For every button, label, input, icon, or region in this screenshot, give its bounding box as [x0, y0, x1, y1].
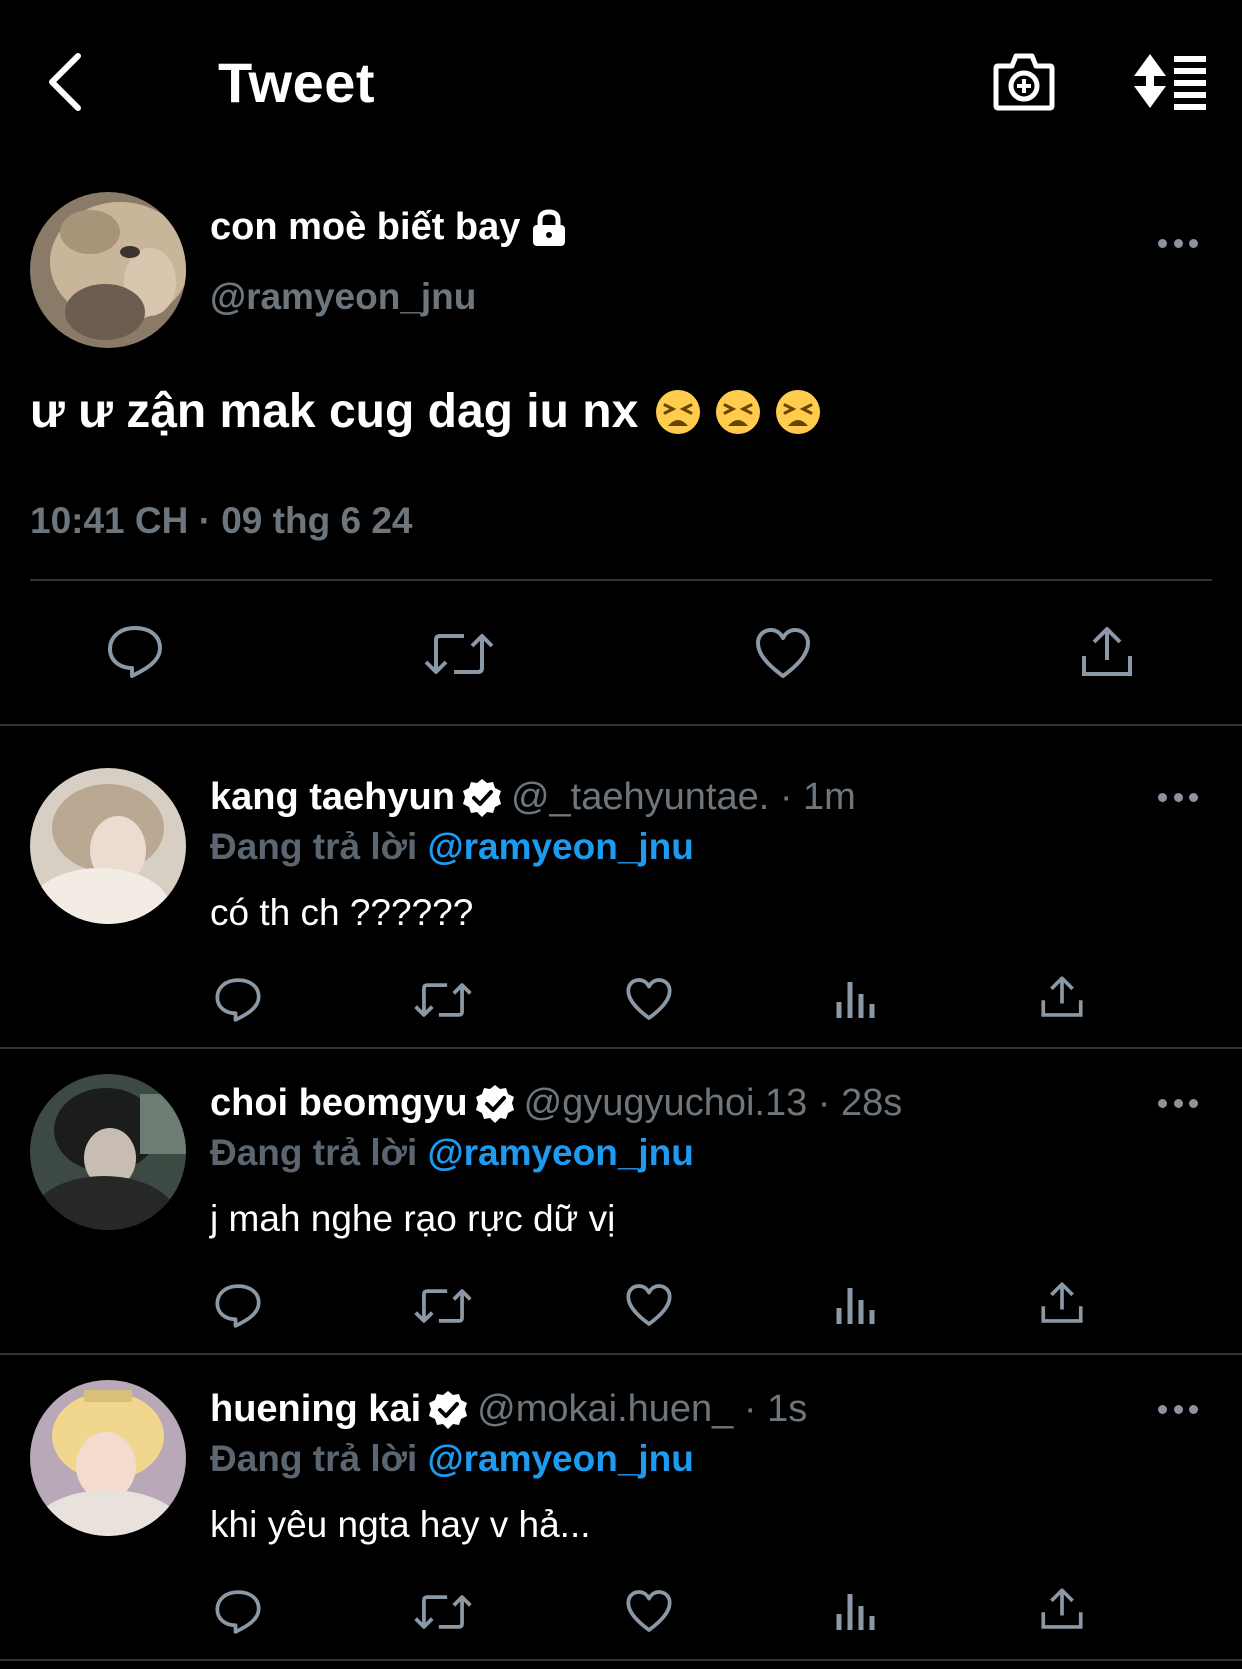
replying-to: Đang trả lời @ramyeon_jnu: [210, 826, 694, 868]
handle-time: @_taehyuntae. · 1m: [510, 776, 856, 818]
lock-icon: [533, 208, 566, 246]
heart-icon: [626, 1284, 672, 1326]
tweet-body: ư ư zận mak cug dag iu nx: [30, 385, 639, 438]
reply-button[interactable]: [214, 1588, 262, 1636]
more-icon: [1158, 1402, 1198, 1416]
share-button[interactable]: [1080, 624, 1134, 680]
like-button[interactable]: [754, 626, 812, 680]
reply-header: huening kai @mokai.huen_ · 1s: [210, 1388, 807, 1431]
reply-text: có th ch ??????: [210, 892, 474, 933]
mention-link[interactable]: @ramyeon_jnu: [428, 1438, 694, 1479]
reply-header: kang taehyun @_taehyuntae. · 1m: [210, 776, 856, 819]
tweet-text: ư ư zận mak cug dag iu nx: [30, 384, 822, 439]
weary-face-emoji: [656, 389, 701, 434]
display-name: con moè biết bay: [210, 206, 521, 248]
avatar[interactable]: [30, 768, 186, 924]
mention-link[interactable]: @ramyeon_jnu: [428, 826, 694, 867]
more-options-button[interactable]: [1158, 1096, 1198, 1110]
replying-to: Đang trả lời @ramyeon_jnu: [210, 1132, 694, 1174]
replying-label: Đang trả lời: [210, 1438, 418, 1479]
display-name[interactable]: kang taehyun: [210, 776, 455, 819]
like-button[interactable]: [625, 976, 673, 1022]
reply-text: j mah nghe rạo rực dữ vị: [210, 1198, 616, 1239]
weary-face-emoji: [776, 389, 821, 434]
bar-chart-icon: [836, 1288, 875, 1324]
replying-label: Đang trả lời: [210, 826, 418, 867]
reply-button[interactable]: [214, 1282, 262, 1330]
more-icon: [1158, 1096, 1198, 1110]
bar-chart-icon: [836, 1594, 875, 1630]
retweet-button[interactable]: [414, 1590, 472, 1634]
more-icon: [1158, 236, 1198, 250]
comment-icon: [215, 1284, 261, 1328]
handle-time: @gyugyuchoi.13 · 28s: [523, 1082, 903, 1124]
share-icon: [1041, 976, 1083, 1017]
reply-button[interactable]: [214, 976, 262, 1024]
page-title: Tweet: [218, 51, 376, 114]
camera-add-icon: [993, 53, 1055, 111]
more-options-button[interactable]: [1158, 1402, 1198, 1416]
sort-button[interactable]: [1132, 52, 1208, 110]
like-button[interactable]: [625, 1282, 673, 1328]
reply-text: khi yêu ngta hay v hả...: [210, 1504, 591, 1545]
more-icon: [1158, 790, 1198, 804]
views-button[interactable]: [836, 1284, 876, 1326]
retweet-icon: [424, 634, 494, 674]
views-button[interactable]: [836, 1590, 876, 1632]
retweet-button[interactable]: [424, 628, 494, 680]
verified-badge-icon: [475, 1084, 514, 1123]
heart-icon: [756, 628, 810, 678]
reply-header: choi beomgyu @gyugyuchoi.13 · 28s: [210, 1082, 902, 1125]
comment-icon: [108, 626, 162, 678]
avatar[interactable]: [30, 192, 186, 348]
divider: [30, 579, 1212, 581]
share-button[interactable]: [1040, 1586, 1084, 1632]
heart-icon: [626, 1590, 672, 1632]
retweet-icon: [414, 1289, 472, 1323]
handle-time: @mokai.huen_ · 1s: [477, 1388, 808, 1430]
share-icon: [1041, 1282, 1083, 1323]
sort-list-icon: [1134, 54, 1206, 110]
avatar[interactable]: [30, 1074, 186, 1230]
avatar[interactable]: [30, 1380, 186, 1536]
share-button[interactable]: [1040, 1280, 1084, 1326]
display-name[interactable]: huening kai: [210, 1388, 421, 1431]
divider: [0, 1659, 1242, 1661]
divider: [0, 1353, 1242, 1355]
share-icon: [1082, 627, 1132, 676]
verified-badge-icon: [462, 778, 501, 817]
replying-to: Đang trả lời @ramyeon_jnu: [210, 1438, 694, 1480]
bar-chart-icon: [836, 982, 875, 1018]
divider: [0, 1047, 1242, 1049]
retweet-button[interactable]: [414, 1284, 472, 1328]
comment-icon: [215, 978, 261, 1022]
replying-label: Đang trả lời: [210, 1132, 418, 1173]
reply-button[interactable]: [106, 624, 164, 680]
comment-icon: [215, 1590, 261, 1634]
back-button[interactable]: [42, 48, 92, 116]
verified-badge-icon: [429, 1390, 468, 1429]
retweet-button[interactable]: [414, 978, 472, 1022]
views-button[interactable]: [836, 978, 876, 1020]
retweet-icon: [414, 1595, 472, 1629]
author-name[interactable]: con moè biết bay: [210, 206, 568, 249]
weary-face-emoji: [716, 389, 761, 434]
mention-link[interactable]: @ramyeon_jnu: [428, 1132, 694, 1173]
divider: [0, 724, 1242, 726]
timestamp[interactable]: 10:41 CH · 09 thg 6 24: [30, 500, 412, 542]
chevron-left-icon: [49, 53, 81, 111]
share-button[interactable]: [1040, 974, 1084, 1020]
more-options-button[interactable]: [1158, 236, 1198, 250]
retweet-icon: [414, 983, 472, 1017]
author-handle[interactable]: @ramyeon_jnu: [210, 276, 476, 318]
heart-icon: [626, 978, 672, 1020]
share-icon: [1041, 1588, 1083, 1629]
camera-button[interactable]: [992, 50, 1056, 112]
like-button[interactable]: [625, 1588, 673, 1634]
more-options-button[interactable]: [1158, 790, 1198, 804]
display-name[interactable]: choi beomgyu: [210, 1082, 468, 1125]
